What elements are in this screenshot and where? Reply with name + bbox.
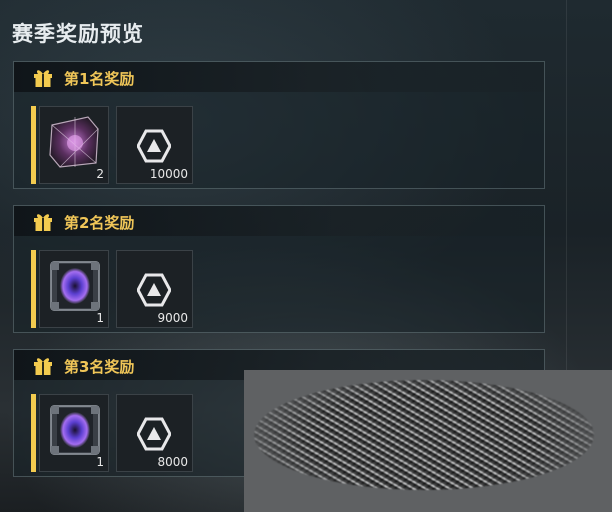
noise-fade — [244, 370, 612, 512]
reward-item-slot[interactable]: 2 — [39, 106, 109, 184]
portal-chest-icon — [50, 405, 100, 455]
item-count: 1 — [96, 455, 104, 469]
reward-panel-rank-1: 第1名奖励 2 10000 — [13, 61, 545, 189]
rank-accent-bar — [31, 394, 36, 472]
item-count: 1 — [96, 311, 104, 325]
reward-panel-header: 第2名奖励 — [14, 206, 544, 236]
reward-item-slot[interactable]: 1 — [39, 250, 109, 328]
gift-icon — [34, 214, 52, 231]
reward-item-slot[interactable]: 1 — [39, 394, 109, 472]
portal-chest-icon — [50, 261, 100, 311]
currency-amount: 8000 — [157, 455, 188, 469]
currency-amount: 9000 — [157, 311, 188, 325]
page-title: 赛季奖励预览 — [12, 22, 144, 46]
currency-slot[interactable]: 9000 — [116, 250, 193, 328]
currency-slot[interactable]: 10000 — [116, 106, 193, 184]
gift-icon — [34, 358, 52, 375]
reward-title: 第1名奖励 — [64, 70, 135, 88]
currency-slot[interactable]: 8000 — [116, 394, 193, 472]
hexagon-triangle-currency-icon — [137, 273, 171, 307]
gift-icon — [34, 70, 52, 87]
noise-overlay — [244, 370, 612, 512]
item-count: 2 — [96, 167, 104, 181]
reward-title: 第2名奖励 — [64, 214, 135, 232]
reward-panel-rank-2: 第2名奖励 1 9000 — [13, 205, 545, 333]
hexagon-triangle-currency-icon — [137, 129, 171, 163]
rank-accent-bar — [31, 250, 36, 328]
reward-title: 第3名奖励 — [64, 358, 135, 376]
reward-panel-header: 第1名奖励 — [14, 62, 544, 92]
currency-amount: 10000 — [149, 167, 188, 181]
hexagon-triangle-currency-icon — [137, 417, 171, 451]
rank-accent-bar — [31, 106, 36, 184]
crystal-cube-icon — [49, 116, 99, 168]
